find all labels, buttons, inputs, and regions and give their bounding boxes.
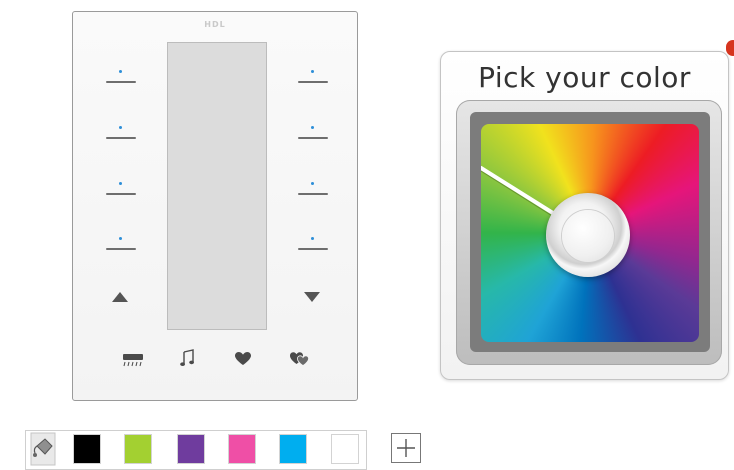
led-indicator bbox=[311, 237, 314, 240]
led-indicator bbox=[311, 182, 314, 185]
panel-display bbox=[167, 42, 267, 330]
paint-bucket-icon[interactable] bbox=[30, 432, 56, 466]
led-indicator bbox=[311, 126, 314, 129]
led-indicator bbox=[119, 182, 122, 185]
air-conditioner-icon[interactable] bbox=[122, 353, 144, 367]
panel-key-right-4[interactable] bbox=[298, 237, 328, 251]
swatch-white[interactable] bbox=[331, 434, 359, 464]
brand-logo: HDL bbox=[204, 20, 226, 29]
panel-key-left-4[interactable] bbox=[106, 237, 136, 251]
led-indicator bbox=[119, 70, 122, 73]
music-note-icon[interactable] bbox=[180, 349, 194, 367]
swatch-cyan[interactable] bbox=[279, 434, 307, 464]
hdl-wall-panel: HDL bbox=[72, 11, 358, 401]
panel-key-right-1[interactable] bbox=[298, 70, 328, 84]
led-indicator bbox=[119, 126, 122, 129]
down-arrow-icon[interactable] bbox=[304, 292, 320, 302]
picker-title: Pick your color bbox=[478, 61, 691, 94]
led-indicator bbox=[311, 70, 314, 73]
panel-key-right-3[interactable] bbox=[298, 182, 328, 196]
up-arrow-icon[interactable] bbox=[112, 292, 128, 302]
close-icon[interactable] bbox=[726, 40, 734, 56]
panel-key-right-2[interactable] bbox=[298, 126, 328, 140]
add-swatch-button[interactable] bbox=[391, 433, 421, 463]
panel-key-left-3[interactable] bbox=[106, 182, 136, 196]
heart-icon[interactable] bbox=[235, 352, 251, 366]
double-heart-icon[interactable] bbox=[290, 352, 310, 366]
swatch-pink[interactable] bbox=[228, 434, 256, 464]
plus-icon bbox=[397, 439, 415, 457]
panel-key-left-2[interactable] bbox=[106, 126, 136, 140]
swatch-green[interactable] bbox=[124, 434, 152, 464]
swatch-black[interactable] bbox=[73, 434, 101, 464]
led-indicator bbox=[119, 237, 122, 240]
panel-key-left-1[interactable] bbox=[106, 70, 136, 84]
swatch-purple[interactable] bbox=[177, 434, 205, 464]
